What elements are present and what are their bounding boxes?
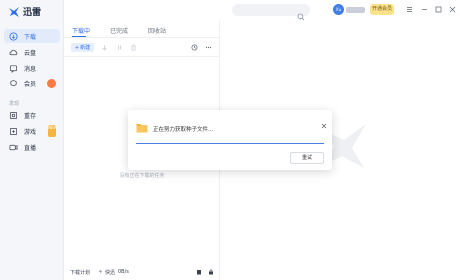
member-icon	[9, 79, 18, 88]
app-name: 迅雷	[23, 8, 42, 18]
pause-icon[interactable]	[116, 44, 123, 51]
sidebar-item-game[interactable]: 游戏 NEW	[4, 124, 60, 138]
sidebar-item-message[interactable]: 消息	[4, 61, 60, 75]
toolbar-divider	[64, 56, 220, 57]
download-icon	[9, 31, 18, 41]
avatar[interactable]: Xu	[333, 4, 344, 15]
sidebar-item-label: 会员	[24, 80, 37, 88]
level-tag	[346, 7, 365, 13]
thunder-logo-icon	[9, 6, 19, 17]
sidebar-item-label: 直播	[24, 144, 37, 152]
maximize-icon[interactable]	[434, 5, 443, 14]
sidebar-item-label: 云盘	[24, 49, 37, 57]
tab-recycle[interactable]: 回收站	[148, 26, 166, 35]
speed-label: 快迅	[105, 270, 116, 276]
sidebar-item-label: 消息	[24, 65, 37, 73]
search-input[interactable]	[232, 4, 310, 21]
speed-value: 0B/s	[118, 269, 129, 275]
new-badge: NEW	[48, 125, 57, 137]
download-plan-link[interactable]: 下载计划	[70, 269, 90, 276]
app-logo: 迅雷	[8, 5, 41, 18]
tab-completed[interactable]: 已完成	[110, 26, 128, 35]
lock-icon[interactable]	[208, 269, 214, 277]
minimize-icon[interactable]	[420, 5, 429, 14]
empty-state-text: 没有正在下载的任务	[119, 173, 165, 179]
new-task-button[interactable]: + 新建	[71, 43, 94, 52]
retry-button[interactable]: 重试	[290, 152, 324, 164]
plus-icon: +	[74, 44, 80, 51]
sidebar-item-member[interactable]: 会员	[4, 76, 60, 90]
message-icon	[9, 64, 18, 73]
new-task-label: 新建	[80, 45, 91, 51]
search-icon[interactable]	[297, 6, 305, 21]
sidebar-item-label: 重存	[24, 112, 37, 120]
sidebar: 迅雷 下载 云盘 消息 会员 发现 重存 游戏 NEW 直播	[0, 0, 64, 280]
sidebar-item-download[interactable]: 下载	[4, 29, 60, 43]
sidebar-item-cloud[interactable]: 云盘	[4, 45, 60, 59]
section-label-discover: 发现	[9, 101, 20, 107]
store-icon	[9, 111, 18, 120]
sidebar-item-store[interactable]: 重存	[4, 108, 60, 122]
dialog-message: 正在努力获取种子文件...	[153, 127, 214, 133]
fetch-torrent-dialog: 正在努力获取种子文件... 重试	[128, 110, 332, 170]
speed-indicator-icon	[98, 269, 103, 276]
more-icon[interactable]	[205, 44, 212, 51]
folder-icon	[136, 124, 148, 133]
dialog-close-icon[interactable]	[321, 114, 327, 129]
delete-icon[interactable]	[130, 44, 137, 51]
tab-divider	[64, 37, 220, 38]
tab-downloading[interactable]: 下载中	[72, 26, 90, 35]
sidebar-item-label: 游戏	[24, 128, 37, 136]
vip-button[interactable]: 开通会员	[370, 4, 394, 15]
gift-badge-icon	[47, 78, 56, 88]
cloud-icon	[9, 48, 18, 57]
sidebar-item-label: 下载	[24, 33, 37, 41]
menu-icon[interactable]	[405, 5, 414, 14]
sidebar-item-live[interactable]: 直播	[4, 140, 60, 154]
close-icon[interactable]	[448, 5, 457, 14]
game-icon	[9, 127, 18, 136]
clock-icon[interactable]	[191, 44, 198, 51]
progress-bar	[136, 143, 324, 144]
live-icon	[9, 143, 18, 152]
clipboard-icon[interactable]	[196, 269, 202, 277]
status-bar: 下载计划 快迅 0B/s	[64, 266, 220, 280]
start-download-icon[interactable]	[101, 44, 108, 51]
